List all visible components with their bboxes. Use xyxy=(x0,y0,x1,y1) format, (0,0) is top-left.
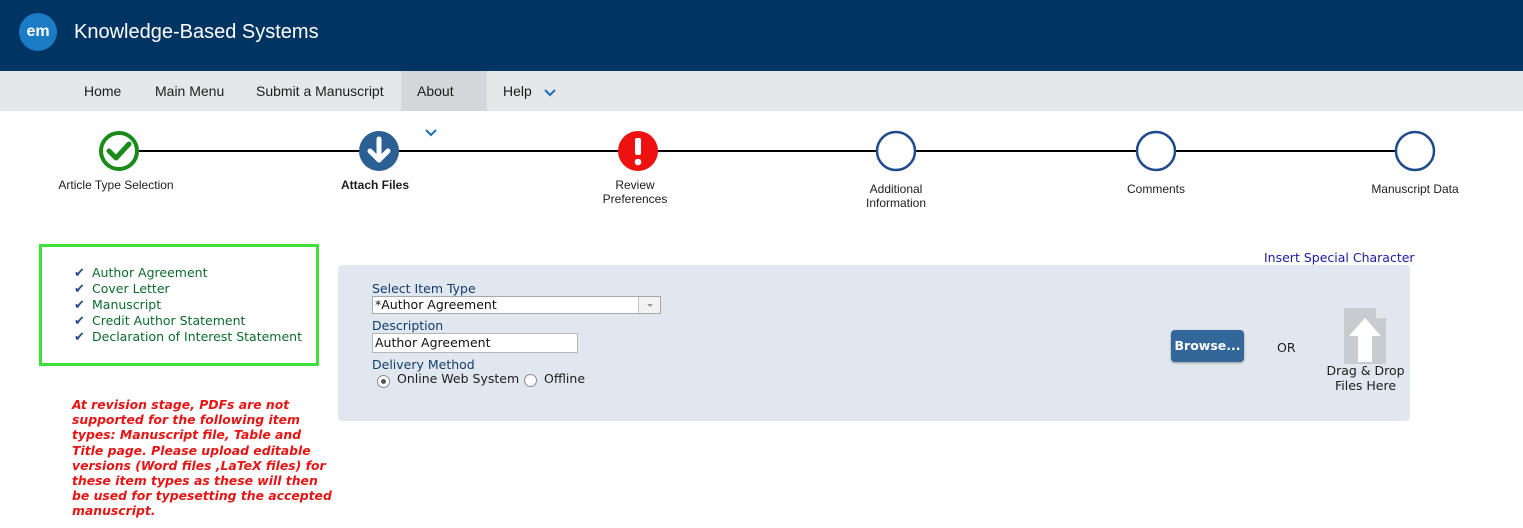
step-label-manuscript-data: Manuscript Data xyxy=(1371,182,1459,196)
nav-main-menu-label: Main Menu xyxy=(155,83,225,99)
progress-line xyxy=(118,150,1415,152)
checkmark-icon: ✔ xyxy=(74,282,85,297)
chevron-down-icon xyxy=(425,112,437,152)
journal-title: Knowledge-Based Systems xyxy=(74,21,319,43)
step-attach-files[interactable] xyxy=(358,130,400,172)
empty-circle-icon xyxy=(1394,130,1436,172)
arrow-down-icon xyxy=(359,131,399,171)
step-additional-information[interactable] xyxy=(875,130,917,172)
nav-submit-manuscript[interactable]: Submit a Manuscript xyxy=(240,71,400,111)
or-separator: OR xyxy=(1277,340,1296,355)
app-header: em Knowledge-Based Systems xyxy=(0,0,1523,71)
nav-help-label: Help xyxy=(503,83,532,99)
checklist-item: ✔ Author Agreement xyxy=(74,265,208,281)
check-icon xyxy=(99,131,139,171)
insert-special-character-link[interactable]: Insert Special Character xyxy=(1264,250,1415,265)
item-type-selected-value: *Author Agreement xyxy=(375,297,497,312)
step-label-comments: Comments xyxy=(1126,182,1185,196)
step-comments[interactable] xyxy=(1135,130,1177,172)
nav-about[interactable]: About xyxy=(401,71,487,137)
step-label-attach-files: Attach Files xyxy=(340,178,409,192)
revision-warning: At revision stage, PDFs are not supporte… xyxy=(72,397,332,519)
item-type-label: Select Item Type xyxy=(372,281,476,296)
nav-submit-manuscript-label: Submit a Manuscript xyxy=(256,83,384,99)
chevron-down-icon xyxy=(543,72,556,112)
checklist-item: ✔ Declaration of Interest Statement xyxy=(74,329,302,345)
step-label-article-type: Article Type Selection xyxy=(58,178,174,192)
select-arrow-icon xyxy=(638,297,660,313)
step-label-additional-information: Additional Information xyxy=(865,182,927,210)
main-nav: Home Main Menu Submit a Manuscript About… xyxy=(0,71,1523,137)
item-type-select[interactable]: *Author Agreement xyxy=(372,296,661,314)
checkmark-icon: ✔ xyxy=(74,314,85,329)
nav-home[interactable]: Home xyxy=(68,71,137,111)
checkmark-icon: ✔ xyxy=(74,330,85,345)
exclamation-icon xyxy=(618,131,658,171)
nav-main-menu[interactable]: Main Menu xyxy=(139,71,240,111)
step-review-preferences[interactable] xyxy=(617,130,659,172)
radio-online-web-system[interactable] xyxy=(377,375,390,388)
checklist-item: ✔ Manuscript xyxy=(74,297,162,313)
description-input[interactable]: Author Agreement xyxy=(372,333,578,353)
empty-circle-icon xyxy=(1135,130,1177,172)
delivery-method-label: Delivery Method xyxy=(372,357,475,372)
drag-drop-label: Drag & Drop Files Here xyxy=(1326,363,1405,393)
checkmark-icon: ✔ xyxy=(74,266,85,281)
nav-home-label: Home xyxy=(84,83,122,99)
radio-label-offline: Offline xyxy=(544,371,586,386)
description-label: Description xyxy=(372,318,444,333)
step-label-review-preferences: Review Preferences xyxy=(602,178,668,206)
upload-file-icon[interactable] xyxy=(1344,308,1386,369)
description-value: Author Agreement xyxy=(375,335,491,350)
nav-help[interactable]: Help xyxy=(487,71,572,111)
nav-about-label: About xyxy=(417,83,454,99)
step-manuscript-data[interactable] xyxy=(1394,130,1436,172)
item-checklist: ✔ Author Agreement ✔ Cover Letter ✔ Manuscr… xyxy=(39,244,319,366)
browse-button[interactable]: Browse... xyxy=(1171,330,1244,362)
step-article-type[interactable] xyxy=(98,130,140,172)
checklist-item: ✔ Credit Author Statement xyxy=(74,313,246,329)
checkmark-icon: ✔ xyxy=(74,298,85,313)
radio-label-online-web-system: Online Web System xyxy=(397,371,520,386)
radio-offline[interactable] xyxy=(524,374,537,387)
checklist-item: ✔ Cover Letter xyxy=(74,281,170,297)
empty-circle-icon xyxy=(875,130,917,172)
upload-panel: Select Item Type *Author Agreement Descr… xyxy=(338,265,1410,421)
em-logo[interactable]: em xyxy=(19,13,57,51)
